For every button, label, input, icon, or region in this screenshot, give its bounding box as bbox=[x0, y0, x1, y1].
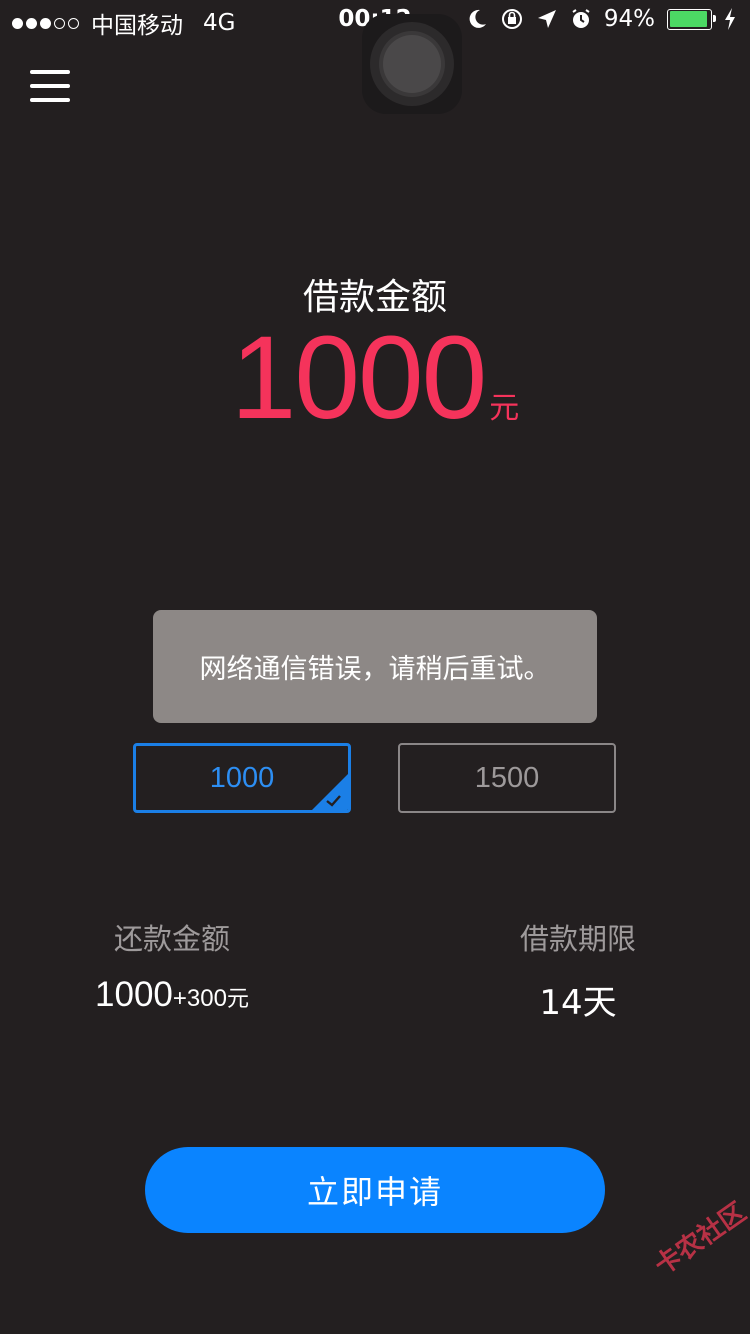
loan-amount-unit: 元 bbox=[489, 391, 520, 426]
rotation-lock-icon bbox=[501, 9, 522, 29]
loan-amount-value: 1000 bbox=[230, 312, 488, 444]
amount-option-1500[interactable]: 1500 bbox=[398, 743, 616, 813]
battery-icon bbox=[667, 8, 716, 30]
assistive-touch-button[interactable] bbox=[362, 14, 462, 114]
repay-unit: 元 bbox=[226, 987, 249, 1012]
repay-amount-value: 1000+300元 bbox=[42, 975, 302, 1015]
error-toast-message: 网络通信错误，请稍后重试。 bbox=[199, 654, 551, 685]
error-toast: 网络通信错误，请稍后重试。 bbox=[153, 610, 597, 723]
amount-option-label: 1000 bbox=[209, 761, 275, 794]
repay-principal: 1000 bbox=[95, 975, 173, 1014]
charging-bolt-icon bbox=[725, 8, 735, 30]
repay-fee: +300 bbox=[172, 985, 227, 1012]
amount-option-label: 1500 bbox=[474, 761, 540, 794]
repay-amount-label: 还款金额 bbox=[113, 922, 230, 956]
menu-icon[interactable] bbox=[30, 70, 70, 102]
selected-check-icon bbox=[312, 774, 348, 810]
loan-term-label: 借款期限 bbox=[519, 922, 636, 956]
loan-amount-display: 1000 元 bbox=[0, 318, 750, 438]
apply-now-button[interactable]: 立即申请 bbox=[145, 1147, 605, 1233]
location-arrow-icon bbox=[537, 10, 556, 28]
status-right: 94% bbox=[466, 6, 736, 32]
loan-term-value: 14天 bbox=[539, 983, 617, 1023]
apply-now-label: 立即申请 bbox=[306, 1173, 443, 1211]
battery-percent: 94% bbox=[603, 6, 655, 32]
moon-icon bbox=[469, 9, 486, 28]
alarm-clock-icon bbox=[572, 9, 590, 28]
amount-option-1000[interactable]: 1000 bbox=[133, 743, 351, 813]
watermark-logo: 卡农社区 bbox=[649, 1197, 750, 1282]
